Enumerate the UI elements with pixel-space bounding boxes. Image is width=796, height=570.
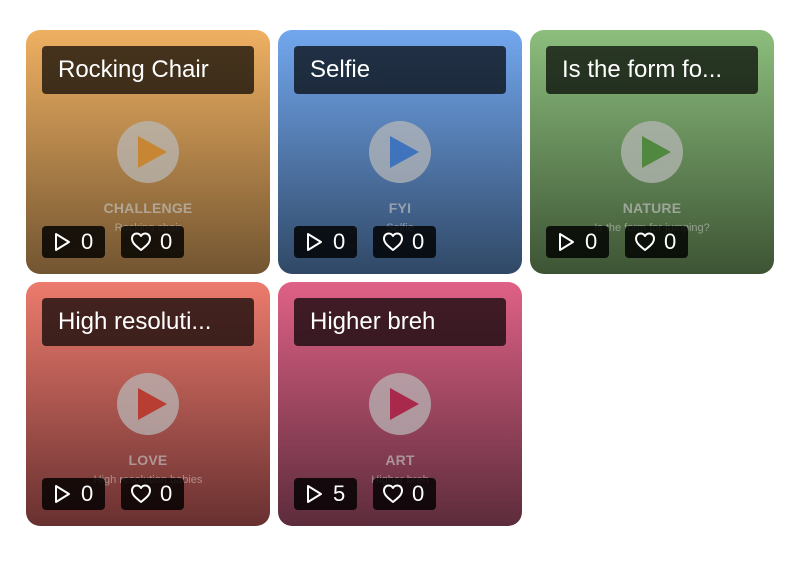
card-category: LOVE bbox=[128, 452, 168, 468]
card-category: FYI bbox=[388, 200, 412, 216]
play-count-badge: 5 bbox=[294, 478, 357, 510]
card-category: CHALLENGE bbox=[103, 200, 193, 216]
play-outline-icon bbox=[307, 485, 322, 503]
like-count: 0 bbox=[160, 481, 173, 506]
card-title: High resoluti... bbox=[42, 298, 254, 346]
play-count: 5 bbox=[333, 481, 346, 506]
heart-outline-icon bbox=[383, 484, 403, 503]
play-icon[interactable] bbox=[117, 373, 179, 435]
play-outline-icon bbox=[55, 233, 70, 251]
play-count-badge: 0 bbox=[42, 478, 105, 510]
like-count-badge[interactable]: 0 bbox=[121, 226, 184, 258]
like-count: 0 bbox=[412, 481, 425, 506]
play-count: 0 bbox=[585, 229, 598, 254]
play-outline-icon bbox=[559, 233, 574, 251]
video-grid: Rocking Chair CHALLENGE Rocking chair 0 … bbox=[26, 30, 774, 526]
like-count-badge[interactable]: 0 bbox=[373, 226, 436, 258]
card-title: Higher breh bbox=[294, 298, 506, 346]
card-title: Is the form fo... bbox=[546, 46, 758, 94]
play-count-badge: 0 bbox=[294, 226, 357, 258]
play-count-badge: 0 bbox=[42, 226, 105, 258]
play-count-badge: 0 bbox=[546, 226, 609, 258]
heart-outline-icon bbox=[131, 232, 151, 251]
play-icon[interactable] bbox=[117, 121, 179, 183]
like-count: 0 bbox=[412, 229, 425, 254]
play-outline-icon bbox=[307, 233, 322, 251]
card-title: Rocking Chair bbox=[42, 46, 254, 94]
play-count: 0 bbox=[333, 229, 346, 254]
video-card[interactable]: High resoluti... LOVE High resolution ba… bbox=[26, 282, 270, 526]
heart-outline-icon bbox=[131, 484, 151, 503]
card-category: ART bbox=[385, 452, 415, 468]
play-icon[interactable] bbox=[621, 121, 683, 183]
play-icon[interactable] bbox=[369, 373, 431, 435]
play-icon[interactable] bbox=[369, 121, 431, 183]
heart-outline-icon bbox=[383, 232, 403, 251]
like-count-badge[interactable]: 0 bbox=[625, 226, 688, 258]
video-card[interactable]: Selfie FYI Selfie 0 0 bbox=[278, 30, 522, 274]
card-title: Selfie bbox=[294, 46, 506, 94]
play-count: 0 bbox=[81, 481, 94, 506]
like-count: 0 bbox=[664, 229, 677, 254]
video-card[interactable]: Is the form fo... NATURE Is the form for… bbox=[530, 30, 774, 274]
like-count-badge[interactable]: 0 bbox=[373, 478, 436, 510]
like-count-badge[interactable]: 0 bbox=[121, 478, 184, 510]
play-outline-icon bbox=[55, 485, 70, 503]
heart-outline-icon bbox=[635, 232, 655, 251]
play-count: 0 bbox=[81, 229, 94, 254]
video-card[interactable]: Higher breh ART Higher breh 5 0 bbox=[278, 282, 522, 526]
like-count: 0 bbox=[160, 229, 173, 254]
card-category: NATURE bbox=[622, 200, 682, 216]
video-card[interactable]: Rocking Chair CHALLENGE Rocking chair 0 … bbox=[26, 30, 270, 274]
